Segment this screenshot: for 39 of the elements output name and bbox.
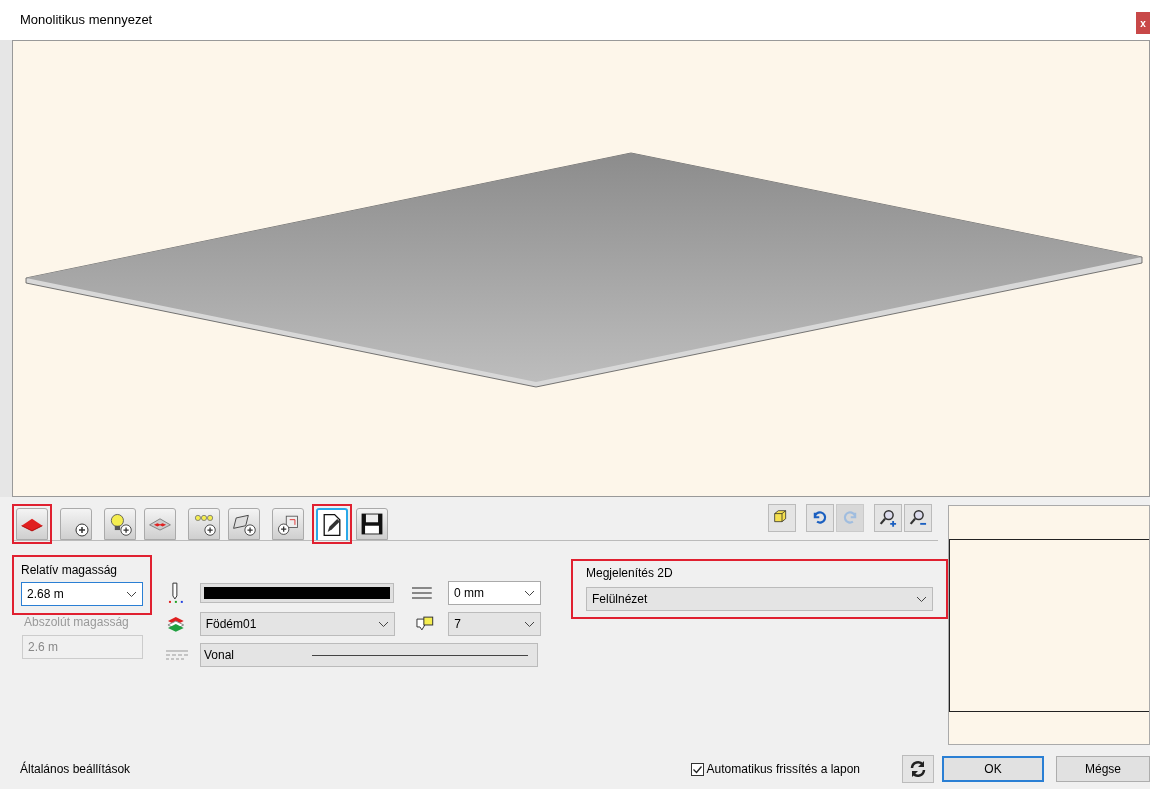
tool-tab[interactable] (60, 508, 92, 540)
field-label: Relatív magasság (21, 562, 119, 579)
window-title: Monolitikus mennyezet (20, 11, 153, 30)
chevron-icon (126, 590, 137, 598)
ok-button[interactable]: OK (942, 756, 1044, 782)
color-picker-icon (414, 615, 435, 633)
section-label: Általános beállítások (20, 760, 132, 778)
checkbox-icon (690, 762, 704, 776)
save-icon (359, 511, 385, 537)
chevron-icon (377, 620, 389, 628)
cancel-button[interactable]: Mégse (1056, 756, 1150, 782)
close-button[interactable]: x (1136, 12, 1150, 34)
line-type-field[interactable]: Vonal (200, 643, 538, 667)
height-dropdown[interactable]: 2.68 m (21, 582, 143, 606)
refresh-icon (909, 760, 927, 778)
line-width-dropdown[interactable]: 0 mm (448, 581, 541, 605)
zoom-in-icon (877, 507, 899, 529)
tool-button[interactable] (768, 504, 796, 532)
display-dropdown[interactable]: Felülnézet (586, 587, 933, 611)
tool-tab[interactable] (356, 508, 388, 540)
auto-refresh-checkbox[interactable]: Automatikus frissítés a lapon (690, 760, 860, 778)
layers-icon (166, 616, 186, 632)
pen-icon (166, 582, 186, 604)
plus-circle-icon (75, 523, 89, 537)
chevron-icon (916, 595, 927, 603)
refresh-button[interactable] (902, 755, 934, 783)
tool-button[interactable] (806, 504, 834, 532)
group-label: Megjelenítés 2D (586, 565, 674, 582)
chevron-icon (524, 589, 535, 597)
tool-button[interactable] (874, 504, 902, 532)
line-style-icon (166, 650, 188, 660)
tool-button[interactable] (904, 504, 932, 532)
layer-dropdown[interactable]: Födém01 (199, 612, 395, 636)
line-width-icon (412, 587, 433, 599)
tool-tab[interactable] (228, 508, 260, 540)
chevron-icon (524, 620, 535, 628)
color-dropdown[interactable]: 7 (448, 612, 541, 636)
tool-tab[interactable] (104, 508, 136, 540)
field-label: Abszolút magasság (24, 614, 130, 631)
